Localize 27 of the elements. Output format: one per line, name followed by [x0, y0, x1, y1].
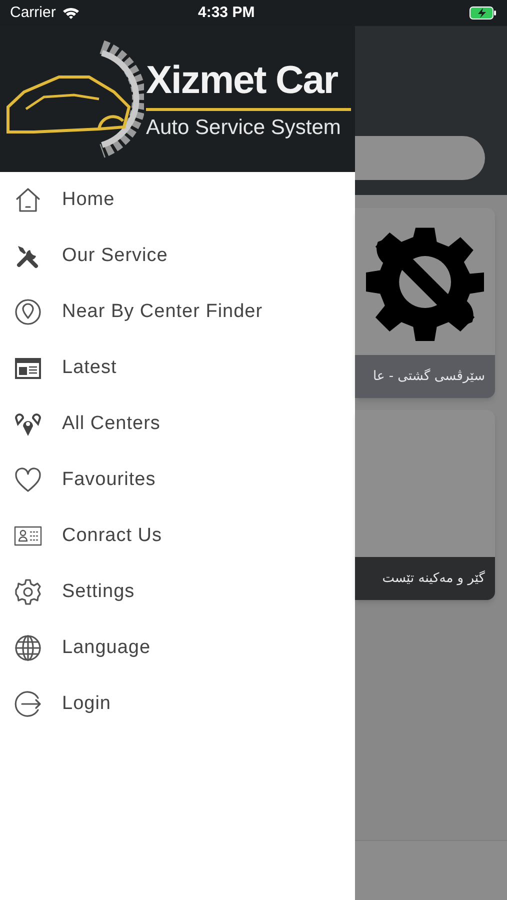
logo-subtitle: Auto Service System — [146, 114, 342, 140]
menu-item[interactable]: All Centers — [0, 396, 355, 452]
house-icon — [14, 186, 42, 214]
login-icon — [14, 690, 42, 718]
heart-icon — [14, 466, 42, 494]
logo-title: Xizmet Car — [146, 58, 339, 104]
menu-item[interactable]: Conract Us — [0, 508, 355, 564]
globe-icon — [14, 634, 42, 662]
settings-icon — [14, 578, 42, 606]
card-caption: گێر و مەکینە تێست — [382, 570, 485, 588]
menu-item[interactable]: Login — [0, 676, 355, 732]
menu-item[interactable]: Settings — [0, 564, 355, 620]
search-field[interactable] — [355, 136, 485, 180]
location-pin-icon — [14, 298, 42, 326]
menu-item[interactable]: Latest — [0, 340, 355, 396]
menu-item[interactable]: Our Service — [0, 228, 355, 284]
service-card[interactable]: سێرڤسی گشتی - عا — [355, 208, 495, 398]
menu-item[interactable]: Language — [0, 620, 355, 676]
menu-item[interactable]: Near By Center Finder — [0, 284, 355, 340]
battery-icon — [469, 6, 497, 20]
menu-item[interactable]: Favourites — [0, 452, 355, 508]
time-label: 4:33 PM — [198, 2, 255, 23]
menu-item[interactable]: Home — [0, 172, 355, 228]
card-caption: سێرڤسی گشتی - عا — [373, 368, 485, 386]
carrier-label: Carrier — [10, 2, 56, 23]
wifi-icon — [62, 6, 80, 20]
service-card[interactable]: گێر و مەکینە تێست — [355, 410, 495, 600]
